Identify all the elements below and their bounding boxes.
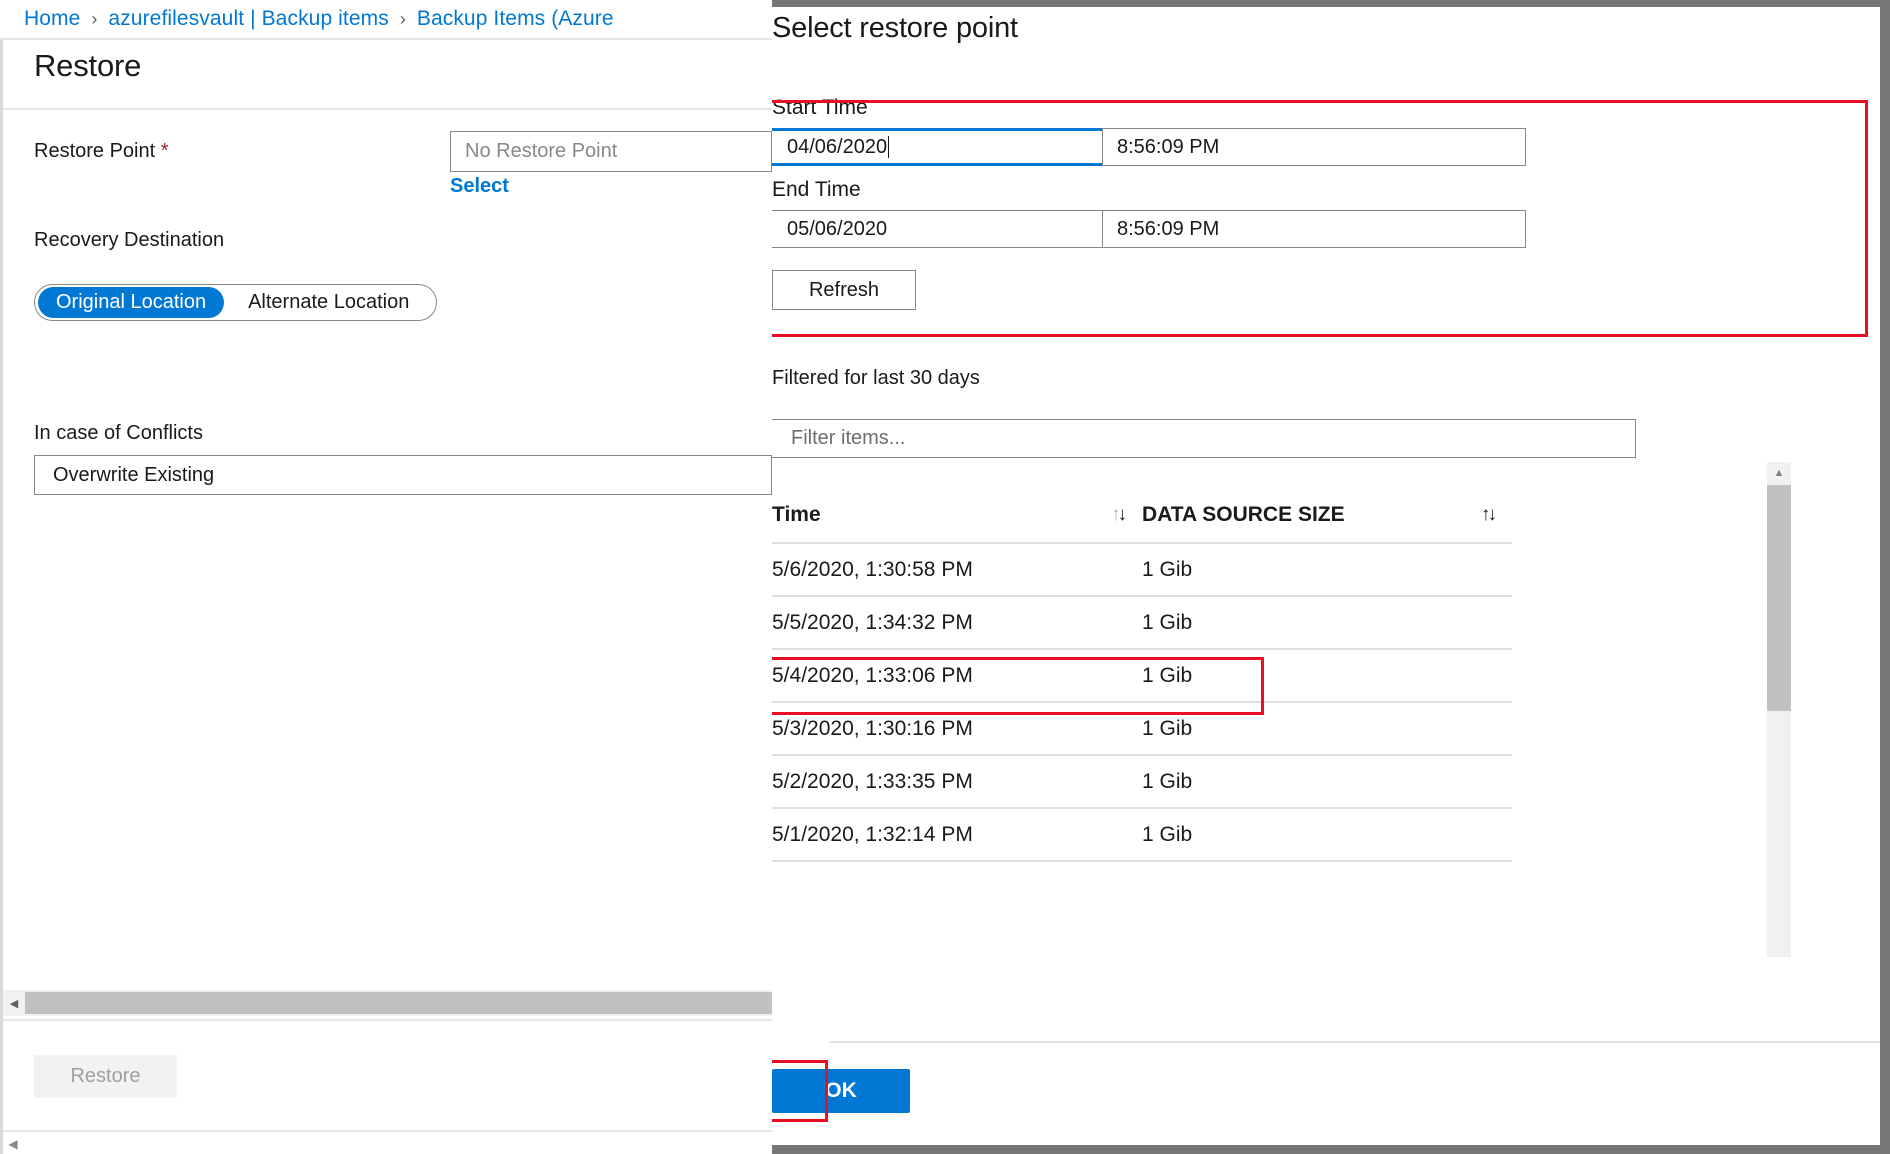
breadcrumb-item-home[interactable]: Home: [24, 7, 80, 31]
cell-time-value: 5/6/2020, 1:30:58 PM: [772, 544, 1142, 597]
breadcrumb-item-backup-items[interactable]: Backup Items (Azure: [417, 7, 614, 31]
end-time-input[interactable]: 8:56:09 PM: [1102, 210, 1526, 248]
restore-point-value: No Restore Point: [465, 140, 617, 163]
conflicts-dropdown[interactable]: Overwrite Existing: [34, 455, 772, 495]
breadcrumb-separator-icon: ›: [400, 9, 406, 30]
page-title-divider: [3, 108, 772, 110]
cell-data-source-size[interactable]: 1 Gib: [1142, 597, 1512, 650]
restore-point-field[interactable]: No Restore Point: [450, 131, 772, 172]
refresh-button[interactable]: Refresh: [772, 270, 916, 310]
ok-button[interactable]: OK: [772, 1069, 910, 1113]
column-header-time[interactable]: Time ↑↓: [772, 487, 1142, 544]
cell-time-value: 5/3/2020, 1:30:16 PM: [772, 703, 1142, 756]
cell-data-source-size[interactable]: 1 Gib: [1142, 756, 1512, 809]
cell-time[interactable]: 5/4/2020, 1:33:06 PM: [772, 650, 1142, 703]
table-body: 5/6/2020, 1:30:58 PM1 Gib5/5/2020, 1:34:…: [772, 544, 1512, 862]
page-title: Restore: [34, 48, 141, 84]
cell-data-source-size-value: 1 Gib: [1142, 597, 1512, 650]
recovery-destination-toggle: Original Location Alternate Location: [34, 284, 437, 321]
restore-point-label: Restore Point *: [34, 140, 169, 163]
panel-content: Select restore point Start Time 04/06/20…: [772, 7, 1880, 1145]
cell-time-value: 5/4/2020, 1:33:06 PM: [772, 650, 1142, 703]
table-row[interactable]: 5/6/2020, 1:30:58 PM1 Gib: [772, 544, 1512, 597]
conflicts-label: In case of Conflicts: [34, 422, 203, 445]
breadcrumb-item-vault[interactable]: azurefilesvault | Backup items: [108, 7, 388, 31]
breadcrumb-separator-icon: ›: [91, 9, 97, 30]
end-time-value: 8:56:09 PM: [1117, 218, 1219, 241]
end-date-value: 05/06/2020: [787, 218, 887, 241]
screenshot-root: Home › azurefilesvault | Backup items › …: [0, 0, 1890, 1154]
filter-items-textbox[interactable]: [789, 426, 1635, 451]
conflicts-selected-value: Overwrite Existing: [53, 464, 214, 487]
restore-points-table: Time ↑↓ DATA SOURCE SIZE ↑↓: [772, 487, 1822, 862]
cell-data-source-size-value: 1 Gib: [1142, 544, 1512, 597]
breadcrumb-divider: [0, 38, 772, 40]
table-row[interactable]: 5/1/2020, 1:32:14 PM1 Gib: [772, 809, 1512, 862]
pill-original-location[interactable]: Original Location: [38, 287, 224, 318]
cell-data-source-size[interactable]: 1 Gib: [1142, 809, 1512, 862]
column-header-data-source-size-label: DATA SOURCE SIZE: [1142, 503, 1345, 527]
recovery-destination-label: Recovery Destination: [34, 229, 224, 252]
pill-alternate-location[interactable]: Alternate Location: [230, 287, 427, 318]
select-restore-point-panel: Select restore point Start Time 04/06/20…: [772, 0, 1890, 1154]
blade-footer-divider: [3, 1019, 772, 1021]
text-caret: [888, 136, 889, 158]
restore-point-label-text: Restore Point: [34, 140, 155, 162]
filter-items-input[interactable]: [772, 419, 1636, 458]
cell-data-source-size-value: 1 Gib: [1142, 756, 1512, 809]
blade-left-edge: [0, 40, 3, 1154]
breadcrumb: Home › azurefilesvault | Backup items › …: [0, 0, 772, 38]
table-row[interactable]: 5/2/2020, 1:33:35 PM1 Gib: [772, 756, 1512, 809]
restore-points-grid: Time ↑↓ DATA SOURCE SIZE ↑↓: [772, 487, 1512, 862]
table-row[interactable]: 5/4/2020, 1:33:06 PM1 Gib: [772, 650, 1512, 703]
cell-time[interactable]: 5/1/2020, 1:32:14 PM: [772, 809, 1142, 862]
cell-data-source-size-value: 1 Gib: [1142, 809, 1512, 862]
cell-data-source-size[interactable]: 1 Gib: [1142, 650, 1512, 703]
cell-time-value: 5/2/2020, 1:33:35 PM: [772, 756, 1142, 809]
end-time-label: End Time: [772, 178, 861, 202]
cell-data-source-size[interactable]: 1 Gib: [1142, 703, 1512, 756]
horizontal-scrollbar-thumb[interactable]: [25, 992, 772, 1014]
restore-button[interactable]: Restore: [34, 1055, 177, 1098]
start-date-value: 04/06/2020: [787, 136, 887, 159]
cell-data-source-size[interactable]: 1 Gib: [1142, 544, 1512, 597]
required-indicator: *: [161, 140, 169, 162]
select-restore-point-link[interactable]: Select: [450, 175, 509, 198]
table-header-row: Time ↑↓ DATA SOURCE SIZE ↑↓: [772, 487, 1512, 544]
scroll-up-arrow-icon[interactable]: ▲: [1767, 462, 1791, 484]
blade-bottom-divider: [3, 1130, 772, 1132]
panel-footer-divider: [830, 1041, 1880, 1043]
cell-time[interactable]: 5/6/2020, 1:30:58 PM: [772, 544, 1142, 597]
scroll-left-arrow-icon[interactable]: ◀: [3, 990, 25, 1016]
table-row[interactable]: 5/5/2020, 1:34:32 PM1 Gib: [772, 597, 1512, 650]
scroll-left-arrow-icon-bottom[interactable]: ◀: [3, 1134, 23, 1154]
start-time-input[interactable]: 8:56:09 PM: [1102, 128, 1526, 166]
column-header-data-source-size[interactable]: DATA SOURCE SIZE ↑↓: [1142, 487, 1512, 544]
cell-time[interactable]: 5/2/2020, 1:33:35 PM: [772, 756, 1142, 809]
cell-time[interactable]: 5/3/2020, 1:30:16 PM: [772, 703, 1142, 756]
restore-blade: Home › azurefilesvault | Backup items › …: [0, 0, 772, 1154]
filtered-note: Filtered for last 30 days: [772, 367, 980, 390]
cell-data-source-size-value: 1 Gib: [1142, 650, 1512, 703]
panel-title: Select restore point: [772, 12, 1018, 45]
table-header: Time ↑↓ DATA SOURCE SIZE ↑↓: [772, 487, 1512, 544]
column-header-time-label: Time: [772, 503, 821, 527]
start-time-value: 8:56:09 PM: [1117, 136, 1219, 159]
table-row[interactable]: 5/3/2020, 1:30:16 PM1 Gib: [772, 703, 1512, 756]
cell-data-source-size-value: 1 Gib: [1142, 703, 1512, 756]
sort-icon-time[interactable]: ↑↓: [1111, 504, 1124, 526]
cell-time-value: 5/5/2020, 1:34:32 PM: [772, 597, 1142, 650]
start-time-label: Start Time: [772, 96, 868, 120]
blade-horizontal-scrollbar[interactable]: ◀: [3, 990, 772, 1016]
sort-icon-data-source-size[interactable]: ↑↓: [1481, 504, 1494, 526]
cell-time[interactable]: 5/5/2020, 1:34:32 PM: [772, 597, 1142, 650]
cell-time-value: 5/1/2020, 1:32:14 PM: [772, 809, 1142, 862]
